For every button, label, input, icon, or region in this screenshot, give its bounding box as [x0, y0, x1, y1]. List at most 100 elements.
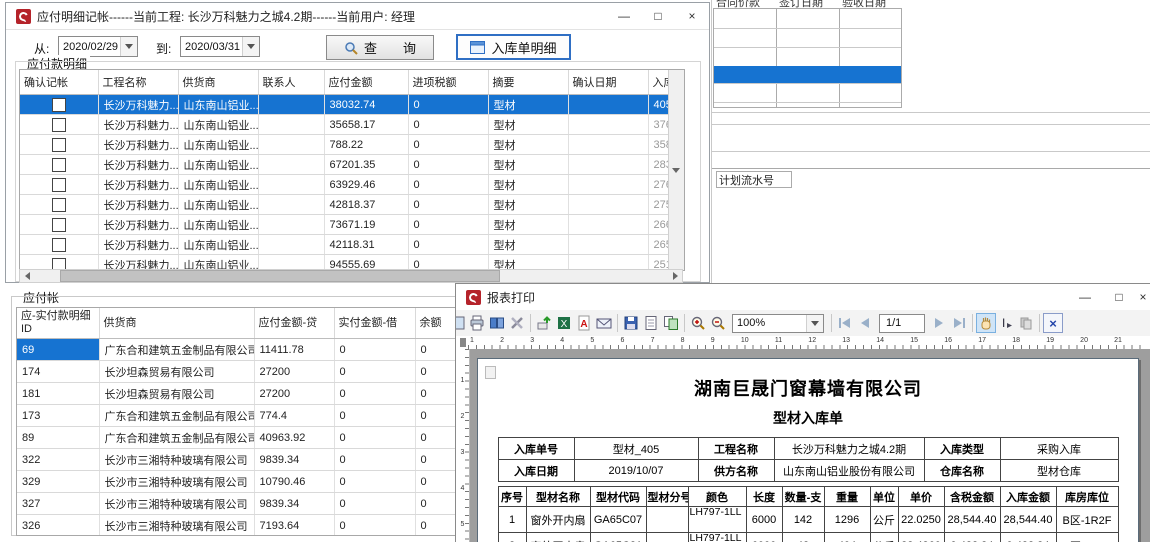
payable-detail-cell[interactable]: [568, 215, 648, 235]
payable-account-cell[interactable]: 173: [17, 405, 99, 427]
payable-detail-cell[interactable]: [568, 175, 648, 195]
payable-account-cell[interactable]: 0: [334, 449, 415, 471]
payable-account-cell[interactable]: 89: [17, 427, 99, 449]
payable-account-cell[interactable]: 27200: [254, 383, 334, 405]
payable-account-cell[interactable]: 0: [415, 515, 456, 537]
payable-detail-cell[interactable]: [568, 155, 648, 175]
payable-account-cell[interactable]: 广东合和建筑五金制品有限公司: [99, 339, 254, 361]
payable-account-cell[interactable]: 0: [334, 493, 415, 515]
payable-detail-cell[interactable]: 长沙万科魅力...: [98, 175, 178, 195]
payable-detail-cell[interactable]: 38032.74: [324, 95, 408, 115]
payable-account-cell[interactable]: 774.4: [254, 405, 334, 427]
inbound-detail-button[interactable]: 入库单明细: [456, 34, 571, 60]
zoom-out-icon[interactable]: [708, 313, 728, 333]
payable-detail-cell[interactable]: 山东南山铝业...: [178, 235, 258, 255]
confirm-checkbox[interactable]: [52, 218, 66, 232]
payable-detail-cell[interactable]: 42118.31: [324, 235, 408, 255]
payable-account-row[interactable]: 329长沙市三湘特种玻璃有限公司10790.4600: [17, 471, 456, 493]
payable-detail-cell[interactable]: 型材: [488, 115, 568, 135]
payable-account-row[interactable]: 327长沙市三湘特种玻璃有限公司9839.3400: [17, 493, 456, 515]
payable-account-cell[interactable]: 0: [334, 405, 415, 427]
payable-detail-cell[interactable]: 型材: [488, 95, 568, 115]
titlebar[interactable]: 应付明细记帐------当前工程: 长沙万科魅力之城4.2期------当前用户…: [6, 3, 709, 30]
payable-detail-cell[interactable]: [258, 155, 324, 175]
confirm-cell[interactable]: [20, 115, 98, 135]
payable-account-cell[interactable]: 181: [17, 383, 99, 405]
payable-detail-cell[interactable]: 长沙万科魅力...: [98, 155, 178, 175]
payable-account-cell[interactable]: 0: [415, 449, 456, 471]
payable-account-cell[interactable]: 长沙市三湘特种玻璃有限公司: [99, 471, 254, 493]
payable-detail-cell[interactable]: 山东南山铝业...: [178, 175, 258, 195]
export-icon[interactable]: [534, 313, 554, 333]
settings-icon[interactable]: [507, 313, 527, 333]
payable-detail-row[interactable]: 长沙万科魅力...山东南山铝业...38032.740型材405: [20, 95, 685, 115]
payable-account-cell[interactable]: 9839.34: [254, 493, 334, 515]
payable-detail-row[interactable]: 长沙万科魅力...山东南山铝业...788.220型材358: [20, 135, 685, 155]
confirm-checkbox[interactable]: [52, 118, 66, 132]
payable-account-cell[interactable]: 长沙市三湘特种玻璃有限公司: [99, 449, 254, 471]
to-date-combobox[interactable]: 2020/03/31: [180, 36, 260, 57]
payable-detail-cell[interactable]: 42818.37: [324, 195, 408, 215]
payable-detail-row[interactable]: 长沙万科魅力...山东南山铝业...67201.350型材283: [20, 155, 685, 175]
payable-account-cell[interactable]: 322: [17, 449, 99, 471]
payable-detail-row[interactable]: 长沙万科魅力...山东南山铝业...35658.170型材376: [20, 115, 685, 135]
payable-detail-cell[interactable]: [258, 215, 324, 235]
payable-account-cell[interactable]: 广东合和建筑五金制品有限公司: [99, 405, 254, 427]
payable-detail-cell[interactable]: [568, 195, 648, 215]
confirm-checkbox[interactable]: [52, 98, 66, 112]
payable-detail-row[interactable]: 长沙万科魅力...山东南山铝业...42818.370型材275: [20, 195, 685, 215]
payable-detail-cell[interactable]: [568, 235, 648, 255]
next-page-icon[interactable]: [929, 313, 949, 333]
minimize-button[interactable]: —: [607, 4, 641, 29]
payable-account-cell[interactable]: 0: [415, 383, 456, 405]
payable-detail-cell[interactable]: 山东南山铝业...: [178, 215, 258, 235]
payable-account-cell[interactable]: 40963.92: [254, 427, 334, 449]
payable-detail-row[interactable]: 长沙万科魅力...山东南山铝业...63929.460型材276: [20, 175, 685, 195]
chevron-down-icon[interactable]: [120, 37, 137, 56]
payable-detail-cell[interactable]: 长沙万科魅力...: [98, 95, 178, 115]
confirm-checkbox[interactable]: [52, 178, 66, 192]
payable-detail-cell[interactable]: [258, 195, 324, 215]
payable-account-cell[interactable]: 7193.64: [254, 515, 334, 537]
payable-detail-cell[interactable]: 67201.35: [324, 155, 408, 175]
payable-detail-cell[interactable]: 35658.17: [324, 115, 408, 135]
minimize-button[interactable]: —: [1068, 285, 1102, 310]
payable-account-row[interactable]: 326长沙市三湘特种玻璃有限公司7193.6400: [17, 515, 456, 537]
payable-account-cell[interactable]: 0: [334, 383, 415, 405]
confirm-cell[interactable]: [20, 215, 98, 235]
payable-detail-cell[interactable]: [258, 95, 324, 115]
close-button[interactable]: ×: [675, 4, 709, 29]
single-page-icon[interactable]: [641, 313, 661, 333]
close-button[interactable]: ×: [1136, 285, 1150, 310]
payable-account-cell[interactable]: 0: [415, 361, 456, 383]
payable-detail-cell[interactable]: 型材: [488, 135, 568, 155]
from-date-combobox[interactable]: 2020/02/29: [58, 36, 138, 57]
payable-detail-cell[interactable]: 长沙万科魅力...: [98, 195, 178, 215]
copy-icon[interactable]: [1016, 313, 1036, 333]
payable-detail-cell[interactable]: 0: [408, 215, 488, 235]
payable-detail-cell[interactable]: [568, 135, 648, 155]
scrollbar-thumb[interactable]: [60, 270, 500, 282]
payable-account-cell[interactable]: 0: [415, 493, 456, 515]
payable-detail-cell[interactable]: 长沙万科魅力...: [98, 115, 178, 135]
payable-detail-cell[interactable]: 山东南山铝业...: [178, 135, 258, 155]
payable-account-cell[interactable]: 9839.34: [254, 449, 334, 471]
payable-account-cell[interactable]: 广东合和建筑五金制品有限公司: [99, 427, 254, 449]
payable-detail-cell[interactable]: 73671.19: [324, 215, 408, 235]
report-preview-area[interactable]: 12345 湖南巨晟门窗幕墙有限公司 型材入库单 入库单号型材_405工程名称长…: [456, 349, 1150, 542]
multi-page-icon[interactable]: [661, 313, 681, 333]
payable-detail-cell[interactable]: 0: [408, 155, 488, 175]
payable-detail-cell[interactable]: 长沙万科魅力...: [98, 215, 178, 235]
payable-account-cell[interactable]: 长沙坦森贸易有限公司: [99, 383, 254, 405]
payable-detail-cell[interactable]: 山东南山铝业...: [178, 195, 258, 215]
payable-detail-cell[interactable]: [258, 235, 324, 255]
payable-account-cell[interactable]: 长沙市三湘特种玻璃有限公司: [99, 515, 254, 537]
payable-account-row[interactable]: 173广东合和建筑五金制品有限公司774.400: [17, 405, 456, 427]
payable-account-cell[interactable]: 27200: [254, 361, 334, 383]
query-button[interactable]: 查 询: [326, 35, 434, 60]
payable-detail-cell[interactable]: 长沙万科魅力...: [98, 235, 178, 255]
payable-detail-cell[interactable]: 型材: [488, 155, 568, 175]
payable-account-cell[interactable]: 10790.46: [254, 471, 334, 493]
payable-account-cell[interactable]: 0: [334, 427, 415, 449]
zoom-level-combobox[interactable]: 100%: [732, 314, 824, 333]
